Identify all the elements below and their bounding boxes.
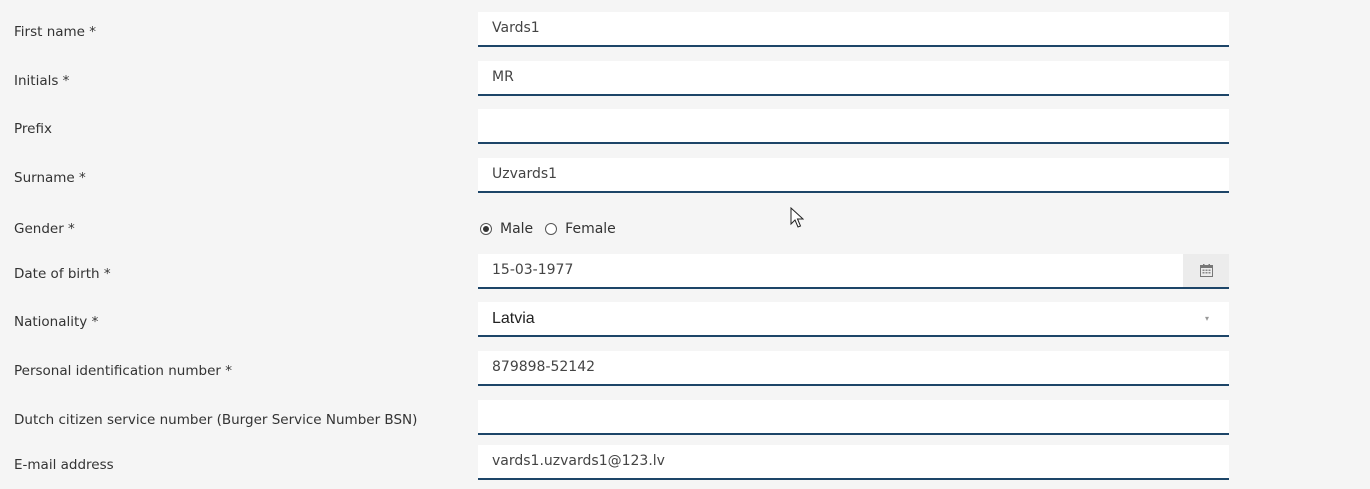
initials-label: Initials * <box>14 73 70 89</box>
gender-radio-group: Male Female <box>480 205 628 253</box>
calendar-icon <box>1199 264 1213 277</box>
gender-female-label: Female <box>565 221 616 237</box>
gender-male-radio[interactable]: Male <box>480 221 533 237</box>
personal-id-field[interactable]: 879898-52142 <box>478 351 1229 386</box>
first-name-label: First name * <box>14 24 97 40</box>
surname-value: Uzvards1 <box>492 166 558 182</box>
radio-unchecked-icon[interactable] <box>545 223 558 235</box>
first-name-row: First name * Vards1 <box>0 8 1370 56</box>
bsn-label: Dutch citizen service number (Burger Ser… <box>14 412 418 428</box>
personal-id-label: Personal identification number * <box>14 363 232 379</box>
email-field[interactable]: vards1.uzvards1@123.lv <box>478 445 1229 480</box>
email-label: E-mail address <box>14 457 114 473</box>
initials-field[interactable]: MR <box>478 61 1229 96</box>
chevron-down-icon[interactable]: ▾ <box>1205 302 1209 335</box>
first-name-value: Vards1 <box>492 20 540 36</box>
nationality-select[interactable]: Latvia ▾ <box>478 302 1229 337</box>
bsn-field[interactable] <box>478 400 1229 435</box>
email-value: vards1.uzvards1@123.lv <box>492 453 665 469</box>
gender-female-radio[interactable]: Female <box>545 221 616 237</box>
email-row: E-mail address vards1.uzvards1@123.lv <box>0 441 1370 489</box>
mouse-cursor-icon <box>790 207 804 228</box>
nationality-label: Nationality * <box>14 314 99 330</box>
surname-field[interactable]: Uzvards1 <box>478 158 1229 193</box>
calendar-button[interactable] <box>1183 254 1229 287</box>
bsn-row: Dutch citizen service number (Burger Ser… <box>0 396 1370 444</box>
initials-value: MR <box>492 69 514 85</box>
date-of-birth-field[interactable]: 15-03-1977 <box>478 254 1229 289</box>
prefix-row: Prefix <box>0 105 1370 153</box>
surname-row: Surname * Uzvards1 <box>0 154 1370 202</box>
date-of-birth-label: Date of birth * <box>14 266 111 282</box>
radio-checked-icon[interactable] <box>480 223 492 235</box>
prefix-label: Prefix <box>14 121 52 137</box>
personal-details-form: First name * Vards1 Initials * MR Prefix… <box>0 0 1370 489</box>
personal-id-value: 879898-52142 <box>492 359 596 375</box>
first-name-field[interactable]: Vards1 <box>478 12 1229 47</box>
date-of-birth-value: 15-03-1977 <box>492 262 574 278</box>
nationality-row: Nationality * Latvia ▾ <box>0 298 1370 346</box>
prefix-field[interactable] <box>478 109 1229 144</box>
date-of-birth-row: Date of birth * 15-03-1977 <box>0 250 1370 298</box>
surname-label: Surname * <box>14 170 86 186</box>
initials-row: Initials * MR <box>0 57 1370 105</box>
gender-male-label: Male <box>500 221 534 237</box>
gender-label: Gender * <box>14 221 75 237</box>
gender-row: Gender * Male Female <box>0 205 1370 253</box>
personal-id-row: Personal identification number * 879898-… <box>0 347 1370 395</box>
nationality-value: Latvia <box>492 310 535 327</box>
